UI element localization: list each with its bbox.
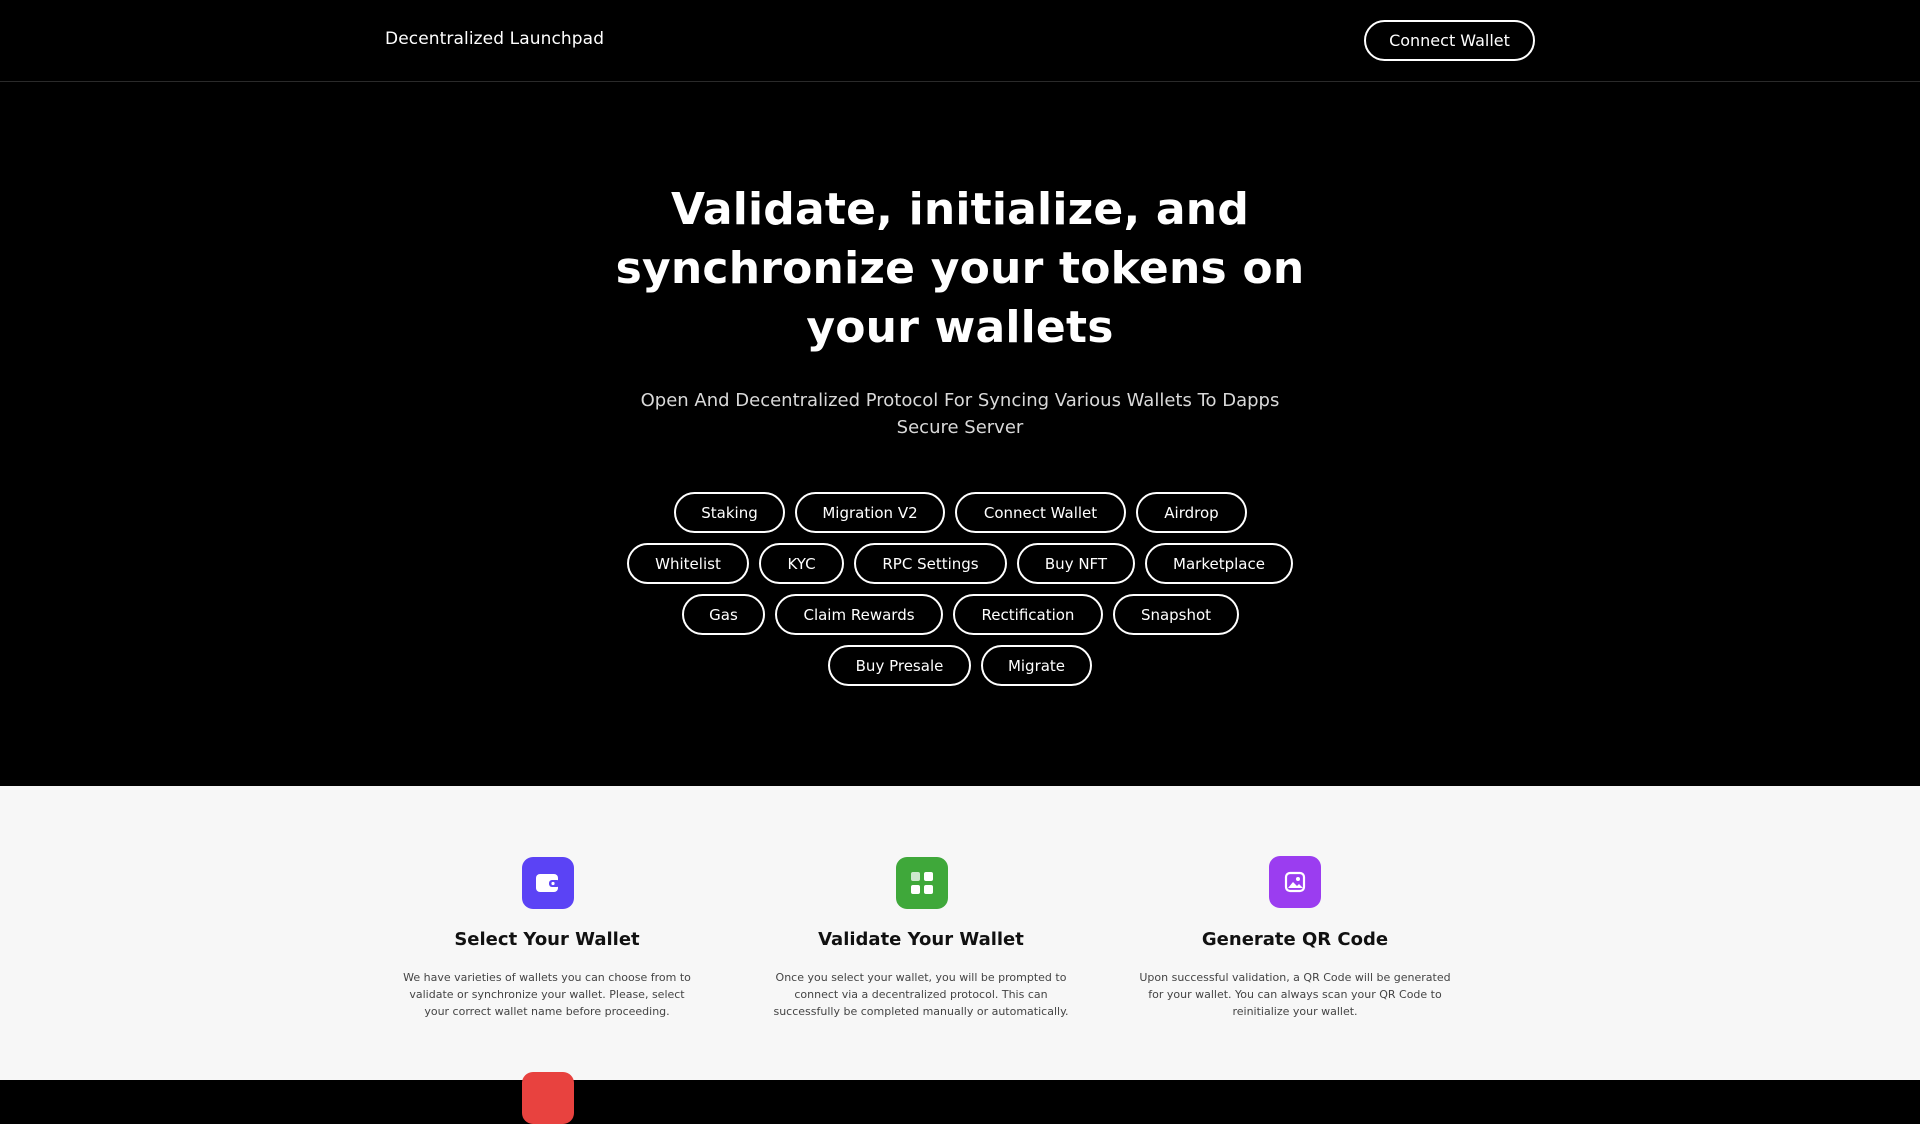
chip-buy-nft[interactable]: Buy NFT [1017, 543, 1135, 584]
connect-wallet-button[interactable]: Connect Wallet [1364, 20, 1535, 61]
chip-marketplace[interactable]: Marketplace [1145, 543, 1293, 584]
chip-buy-presale[interactable]: Buy Presale [828, 645, 971, 686]
chip-kyc[interactable]: KYC [759, 543, 844, 584]
steps-section: Select Your Wallet We have varieties of … [0, 786, 1920, 1124]
hero-section: Validate, initialize, and synchronize yo… [0, 82, 1920, 786]
brand-name[interactable]: Decentralized Launchpad [385, 29, 604, 49]
chip-claim-rewards[interactable]: Claim Rewards [775, 594, 943, 635]
chip-gas[interactable]: Gas [682, 594, 765, 635]
wallet-icon [522, 857, 574, 909]
image-icon [1269, 856, 1321, 908]
top-navbar: Decentralized Launchpad Connect Wallet [0, 0, 1920, 82]
chip-migrate[interactable]: Migrate [981, 645, 1092, 686]
chip-snapshot[interactable]: Snapshot [1113, 594, 1239, 635]
action-chips: Staking Migration V2 Connect Wallet Aird… [0, 82, 1920, 786]
grid-icon [896, 857, 948, 909]
step-title-generate-qr: Generate QR Code [1201, 929, 1389, 950]
step-desc-validate-wallet: Once you select your wallet, you will be… [773, 971, 1069, 1018]
step-title-select-wallet: Select Your Wallet [454, 929, 640, 950]
step-title-validate-wallet: Validate Your Wallet [818, 929, 1024, 950]
chip-whitelist[interactable]: Whitelist [627, 543, 749, 584]
chip-rpc-settings[interactable]: RPC Settings [854, 543, 1007, 584]
step-desc-generate-qr: Upon successful validation, a QR Code wi… [1139, 971, 1451, 1018]
chip-airdrop[interactable]: Airdrop [1136, 492, 1247, 533]
chip-connect-wallet[interactable]: Connect Wallet [955, 492, 1126, 533]
chip-staking[interactable]: Staking [674, 492, 785, 533]
chip-migration-v2[interactable]: Migration V2 [795, 492, 945, 533]
chip-rectification[interactable]: Rectification [953, 594, 1103, 635]
step-desc-select-wallet: We have varieties of wallets you can cho… [403, 971, 691, 1018]
